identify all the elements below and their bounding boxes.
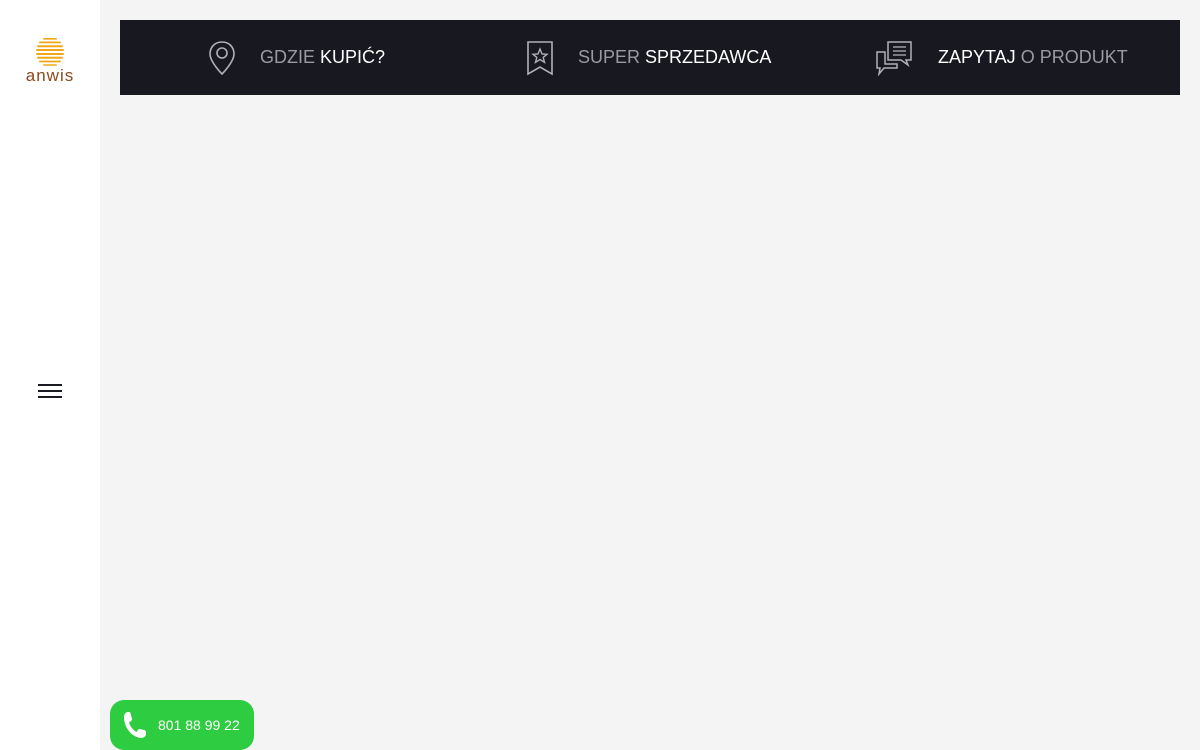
call-phone-button[interactable]: 801 88 99 22 — [110, 700, 254, 750]
phone-number: 801 88 99 22 — [158, 717, 240, 733]
sidebar: anwis — [0, 0, 100, 750]
super-seller-link[interactable]: SUPER SPRZEDAWCA — [520, 20, 771, 95]
ask-about-product-label: ZAPYTAJ O PRODUKT — [938, 47, 1128, 67]
bookmark-star-icon — [520, 38, 560, 78]
brand-logo[interactable]: anwis — [16, 36, 84, 88]
logo-wordmark: anwis — [25, 66, 75, 85]
map-pin-icon — [202, 38, 242, 78]
ask-about-product-link[interactable]: ZAPYTAJ O PRODUKT — [874, 20, 1128, 95]
menu-hamburger-icon[interactable] — [38, 384, 62, 398]
where-to-buy-label: GDZIE KUPIĆ? — [260, 47, 386, 67]
where-to-buy-link[interactable]: GDZIE KUPIĆ? — [202, 20, 385, 95]
super-seller-label: SUPER SPRZEDAWCA — [578, 47, 772, 67]
sun-logo-icon — [36, 38, 64, 66]
chat-bubbles-icon — [874, 38, 914, 78]
phone-icon — [124, 712, 146, 738]
top-action-bar: GDZIE KUPIĆ? SUPER SPRZEDAWCA ZAPYTAJ O … — [120, 20, 1180, 95]
